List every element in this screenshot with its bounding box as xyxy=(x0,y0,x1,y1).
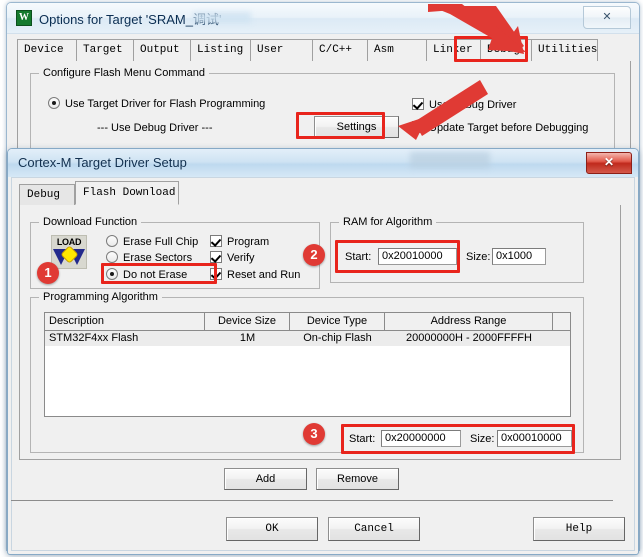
inner-close-button[interactable]: ✕ xyxy=(586,152,632,174)
annotation-badge-3: 3 xyxy=(303,423,325,445)
outer-dialog-titlebar[interactable]: W Options for Target 'SRAM_调试' ✕ xyxy=(7,3,639,34)
erase-full-chip-radio[interactable]: Erase Full Chip xyxy=(106,235,198,248)
checkbox-mark xyxy=(210,251,222,263)
erase-full-chip-label: Erase Full Chip xyxy=(123,236,199,248)
ok-button[interactable]: OK xyxy=(226,517,318,541)
table-row[interactable]: STM32F4xx Flash 1M On-chip Flash 2000000… xyxy=(45,331,570,346)
cell-device-size: 1M xyxy=(239,332,256,344)
do-not-erase-label: Do not Erase xyxy=(123,269,188,281)
use-debug-driver-text: --- Use Debug Driver --- xyxy=(97,122,213,134)
download-function-group-label: Download Function xyxy=(39,216,142,228)
table-header-row: Description Device Size Device Type Addr… xyxy=(45,313,570,331)
column-header-address-range: Address Range xyxy=(385,313,553,330)
radio-mark xyxy=(106,235,118,247)
checkbox-mark xyxy=(412,121,424,133)
tab-asm[interactable]: Asm xyxy=(367,39,427,61)
annotation-badge-2: 2 xyxy=(303,244,325,266)
checkbox-mark xyxy=(210,235,222,247)
remove-button[interactable]: Remove xyxy=(316,468,399,490)
algorithm-size-label: Size: xyxy=(470,433,495,445)
verify-label: Verify xyxy=(227,252,255,264)
tab-user[interactable]: User xyxy=(250,39,313,61)
erase-sectors-radio[interactable]: Erase Sectors xyxy=(106,251,192,264)
ram-algorithm-size-field[interactable]: 0x1000 xyxy=(492,248,546,265)
cell-address-range: 20000000H - 2000FFFFH xyxy=(406,332,532,344)
programming-algorithm-group-label: Programming Algorithm xyxy=(39,291,162,303)
ram-start-label: Start: xyxy=(345,251,372,263)
inner-dialog-title: Cortex-M Target Driver Setup xyxy=(18,155,187,170)
reset-and-run-label: Reset and Run xyxy=(227,269,301,281)
column-header-device-size: Device Size xyxy=(205,313,290,330)
cancel-button[interactable]: Cancel xyxy=(328,517,420,541)
ram-for-algorithm-group-label: RAM for Algorithm xyxy=(339,216,437,228)
column-header-description: Description xyxy=(45,313,205,330)
radio-mark xyxy=(106,268,118,280)
ram-size-label: Size: xyxy=(466,251,491,263)
radio-mark xyxy=(48,97,60,109)
use-debug-driver-checkbox[interactable]: Use Debug Driver xyxy=(412,98,516,111)
outer-close-button[interactable]: ✕ xyxy=(583,6,631,29)
tab-listing[interactable]: Listing xyxy=(190,39,251,61)
inner-title-redaction-blur xyxy=(410,152,490,168)
program-checkbox[interactable]: Program xyxy=(210,235,269,248)
program-label: Program xyxy=(227,236,270,248)
reset-and-run-checkbox[interactable]: Reset and Run xyxy=(210,268,300,281)
verify-checkbox[interactable]: Verify xyxy=(210,251,255,264)
use-target-driver-label: Use Target Driver for Flash Programming xyxy=(65,98,266,110)
load-icon-text: LOAD xyxy=(56,237,82,247)
load-icon: LOAD xyxy=(51,235,87,269)
checkbox-mark xyxy=(412,98,424,110)
inner-dialog-titlebar[interactable]: Cortex-M Target Driver Setup ✕ xyxy=(8,149,638,177)
tab-linker[interactable]: Linker xyxy=(426,39,481,61)
tab-debug[interactable]: Debug xyxy=(480,39,532,61)
tab-utilities[interactable]: Utilities xyxy=(531,39,598,61)
tab-c-cpp[interactable]: C/C++ xyxy=(312,39,368,61)
update-target-before-debugging-checkbox[interactable]: Update Target before Debugging xyxy=(412,121,588,134)
checkbox-mark xyxy=(210,268,222,280)
use-debug-driver-label: Use Debug Driver xyxy=(429,99,517,111)
cell-device-type: On-chip Flash xyxy=(303,332,372,344)
radio-mark xyxy=(106,251,118,263)
cell-description: STM32F4xx Flash xyxy=(49,332,139,344)
ram-algorithm-start-field[interactable]: 0x20010000 xyxy=(378,248,457,265)
tab-debug-inner[interactable]: Debug xyxy=(19,184,75,205)
column-header-extra xyxy=(553,313,572,330)
tab-output[interactable]: Output xyxy=(133,39,191,61)
configure-flash-group-label: Configure Flash Menu Command xyxy=(39,67,210,79)
programming-algorithm-table[interactable]: Description Device Size Device Type Addr… xyxy=(44,312,571,417)
help-button[interactable]: Help xyxy=(533,517,625,541)
tab-flash-download[interactable]: Flash Download xyxy=(75,181,179,205)
outer-tab-bar: Device Target Output Listing User C/C++ … xyxy=(17,39,629,63)
footer-separator xyxy=(11,500,613,501)
do-not-erase-radio[interactable]: Do not Erase xyxy=(106,268,187,281)
programming-algorithm-start-field[interactable]: 0x20000000 xyxy=(381,430,461,447)
keil-uvision-icon: W xyxy=(16,10,32,26)
tab-target[interactable]: Target xyxy=(76,39,134,61)
programming-algorithm-size-field[interactable]: 0x00010000 xyxy=(497,430,572,447)
title-redaction-blur xyxy=(193,12,251,23)
use-target-driver-radio[interactable]: Use Target Driver for Flash Programming xyxy=(48,97,265,110)
tab-device[interactable]: Device xyxy=(17,39,77,61)
column-header-device-type: Device Type xyxy=(290,313,385,330)
erase-sectors-label: Erase Sectors xyxy=(123,252,193,264)
algorithm-start-label: Start: xyxy=(349,433,376,445)
add-button[interactable]: Add xyxy=(224,468,307,490)
settings-button[interactable]: Settings xyxy=(314,116,399,138)
update-target-label: Update Target before Debugging xyxy=(429,122,589,134)
inner-tab-bar: Debug Flash Download xyxy=(19,181,621,206)
annotation-badge-1: 1 xyxy=(37,262,59,284)
